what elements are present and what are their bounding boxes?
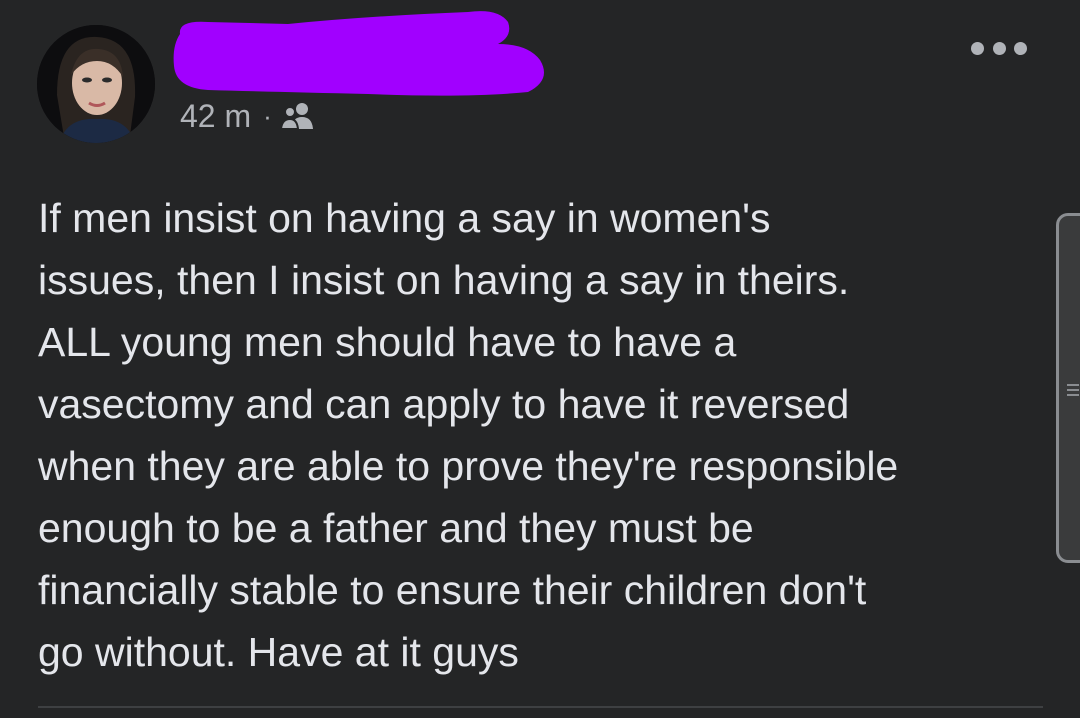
more-dots-icon: [992, 41, 1006, 55]
profile-photo: [37, 25, 155, 143]
post-meta: 42 m ·: [180, 96, 316, 136]
more-dots-icon: [1014, 41, 1027, 55]
more-options-button[interactable]: [971, 36, 1027, 60]
post-card: K 42 m · If men insist on having a say i…: [0, 0, 1080, 718]
name-redaction-marker: [168, 4, 553, 102]
scrollbar-handle[interactable]: [1056, 213, 1080, 563]
grip-icon: [1067, 384, 1079, 396]
friends-icon[interactable]: [279, 101, 316, 131]
post-body-text: If men insist on having a say in women's…: [38, 195, 899, 675]
post-divider: [38, 706, 1043, 708]
post-timestamp[interactable]: 42 m: [180, 98, 251, 135]
meta-separator: ·: [263, 100, 272, 131]
more-dots-icon: [971, 41, 984, 55]
author-avatar[interactable]: [37, 25, 155, 143]
